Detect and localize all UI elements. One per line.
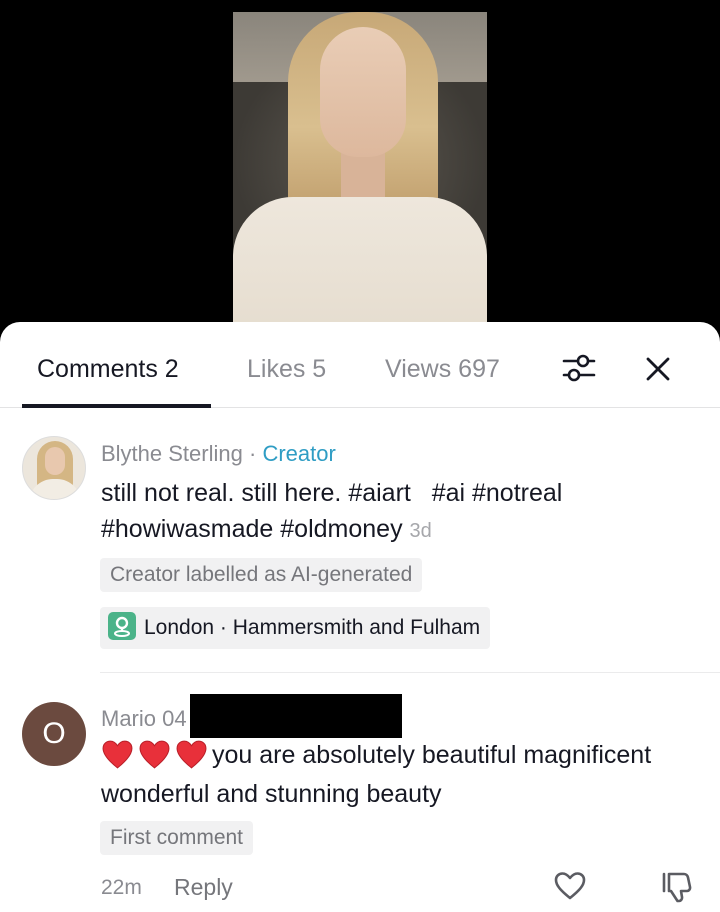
divider <box>100 672 720 673</box>
tab-comments[interactable]: Comments 2 <box>37 355 179 384</box>
avatar[interactable] <box>22 436 86 500</box>
location-pin-icon <box>108 612 136 641</box>
filter-button[interactable] <box>561 350 597 386</box>
video-subject-sweater <box>233 197 487 337</box>
location-text: London · Hammersmith and Fulham <box>144 616 481 639</box>
red-heart-icon <box>176 740 207 769</box>
tab-bar: Comments 2 Likes 5 Views 697 <box>0 322 720 408</box>
active-tab-indicator <box>22 404 211 408</box>
reply-button[interactable]: Reply <box>174 874 233 901</box>
close-icon <box>646 357 670 381</box>
comment-header: Blythe Sterling · Creator <box>101 441 336 467</box>
first-comment-label: First comment <box>100 821 254 855</box>
like-button[interactable] <box>553 870 587 902</box>
heart-outline-icon <box>554 872 586 900</box>
comment-time: 3d <box>409 520 432 542</box>
comment-body: still not real. still here. #aiart #ai #… <box>101 479 570 543</box>
ai-generated-label: Creator labelled as AI-generated <box>100 558 423 592</box>
comment-author[interactable]: Mario 04 <box>101 706 187 732</box>
comment-time: 22m <box>101 876 142 899</box>
close-button[interactable] <box>641 352 675 386</box>
avatar[interactable]: O <box>22 702 86 766</box>
red-heart-icon <box>139 740 170 769</box>
tab-likes[interactable]: Likes 5 <box>247 355 326 384</box>
avatar-face <box>45 447 65 475</box>
creator-badge: Creator <box>262 441 336 466</box>
comment-text: still not real. still here. #aiart #ai #… <box>101 475 661 549</box>
comment-author[interactable]: Blythe Sterling <box>101 441 243 466</box>
comment-text: you are absolutely beautiful magnificent… <box>101 736 701 813</box>
dislike-button[interactable] <box>660 870 694 904</box>
filter-sliders-icon <box>562 354 596 382</box>
thumbs-down-icon <box>662 872 692 903</box>
tab-views[interactable]: Views 697 <box>385 355 500 384</box>
red-heart-icon <box>102 740 133 769</box>
redaction-bar <box>190 694 402 738</box>
video-preview[interactable] <box>233 12 487 337</box>
header-separator: · <box>248 441 257 466</box>
comments-sheet: Comments 2 Likes 5 Views 697 Blythe Ster… <box>0 322 720 912</box>
location-chip[interactable]: London · Hammersmith and Fulham <box>100 607 491 649</box>
heart-emojis <box>101 734 212 772</box>
video-subject-face <box>320 27 406 157</box>
